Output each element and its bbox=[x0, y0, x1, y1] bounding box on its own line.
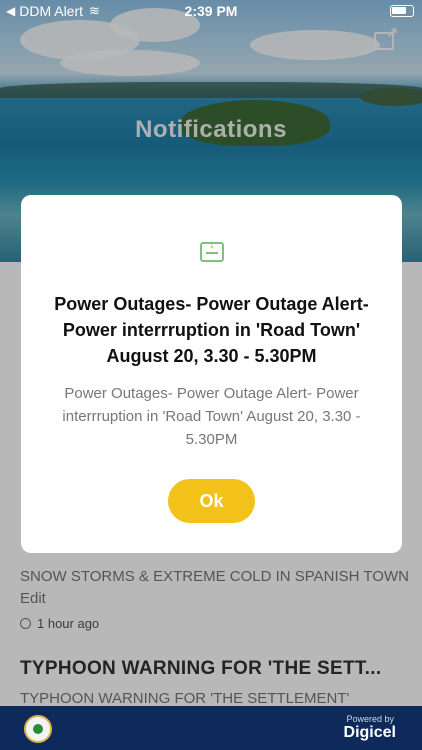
footer-bar: Powered by Digicel bbox=[0, 706, 422, 750]
digicel-brand: Digicel bbox=[343, 724, 396, 741]
government-seal-logo bbox=[24, 715, 52, 743]
notification-dialog: ↓ Power Outages- Power Outage Alert- Pow… bbox=[21, 195, 402, 553]
dialog-title: Power Outages- Power Outage Alert- Power… bbox=[54, 294, 369, 366]
dialog-body: Power Outages- Power Outage Alert- Power… bbox=[62, 385, 361, 448]
battery-icon bbox=[390, 5, 414, 17]
status-bar: ◀ DDM Alert ≋ 2:39 PM bbox=[0, 0, 422, 22]
clock-time: 2:39 PM bbox=[184, 3, 238, 19]
download-arrow-icon: ↓ bbox=[209, 237, 215, 251]
ok-button[interactable]: Ok bbox=[168, 479, 255, 523]
powered-by-label: Powered by bbox=[346, 714, 394, 724]
